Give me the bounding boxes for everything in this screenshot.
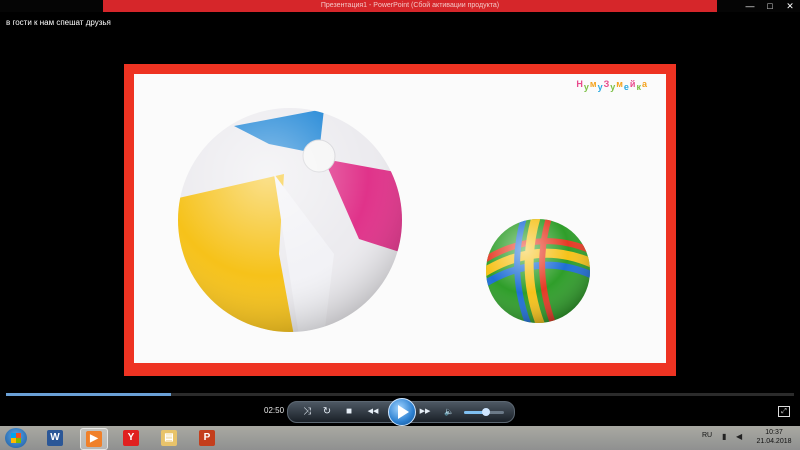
fast-forward-icon[interactable]: ▶▶: [418, 405, 432, 419]
powerpoint-title-bar: Презентация1 - PowerPoint (Сбой активаци…: [103, 0, 717, 12]
file-explorer-icon: ▤: [161, 430, 177, 446]
brand-letter: Н: [576, 79, 584, 89]
language-indicator[interactable]: RU: [702, 432, 712, 439]
fullscreen-button[interactable]: ⤢: [778, 406, 790, 417]
volume-slider-thumb[interactable]: [482, 408, 490, 416]
video-frame: НумуЗумейка: [124, 64, 676, 376]
volume-icon[interactable]: 🔈: [442, 405, 456, 419]
brand-logo: НумуЗумейка: [576, 79, 648, 92]
maximize-button[interactable]: □: [760, 0, 780, 12]
word-icon: W: [47, 430, 63, 446]
play-icon: [398, 405, 409, 419]
brand-letter: м: [589, 79, 598, 89]
beach-ball-image: [178, 108, 402, 332]
close-button[interactable]: ✕: [780, 0, 800, 12]
seek-bar[interactable]: [6, 393, 794, 396]
window-title: Презентация1 - PowerPoint (Сбой активаци…: [320, 2, 500, 9]
media-player-icon: ▶: [86, 431, 102, 447]
seek-bar-fill: [6, 393, 172, 396]
system-clock[interactable]: 10:37 21.04.2018: [752, 428, 796, 446]
brand-letter: а: [641, 79, 648, 89]
windows-logo-icon: [11, 433, 21, 443]
powerpoint-icon: P: [199, 430, 215, 446]
repeat-icon[interactable]: ↻: [320, 405, 334, 419]
shuffle-icon[interactable]: ⤨: [300, 405, 314, 419]
video-title: в гости к нам спешат друзья: [6, 18, 111, 27]
slide-content: НумуЗумейка: [134, 74, 666, 363]
taskbar-media-player-button[interactable]: ▶: [80, 428, 108, 450]
brand-letter: м: [616, 79, 624, 89]
speaker-icon[interactable]: ◀: [736, 432, 742, 441]
brand-letter: З: [603, 79, 611, 89]
playback-controls: ⤨ ↻ ■ ◀◀ ▶▶ 🔈: [287, 398, 515, 426]
rewind-icon[interactable]: ◀◀: [366, 405, 380, 419]
taskbar-powerpoint-button[interactable]: P: [194, 428, 220, 448]
volume-slider[interactable]: [464, 408, 504, 416]
play-button[interactable]: [388, 398, 416, 426]
taskbar-file-explorer-button[interactable]: ▤: [156, 428, 182, 448]
striped-ball-image: [486, 219, 590, 323]
taskbar-yandex-browser-button[interactable]: Y: [118, 428, 144, 448]
start-button[interactable]: [5, 428, 27, 448]
taskbar-word-button[interactable]: W: [42, 428, 68, 448]
minimize-button[interactable]: —: [740, 0, 760, 12]
taskbar: W ▶ Y ▤ P: [0, 426, 800, 450]
yandex-browser-icon: Y: [123, 430, 139, 446]
clock-date: 21.04.2018: [756, 438, 792, 445]
clock-time: 10:37: [765, 429, 783, 436]
stop-icon[interactable]: ■: [342, 405, 356, 419]
elapsed-time: 02:50: [264, 406, 285, 415]
network-icon[interactable]: ▮: [722, 432, 726, 441]
